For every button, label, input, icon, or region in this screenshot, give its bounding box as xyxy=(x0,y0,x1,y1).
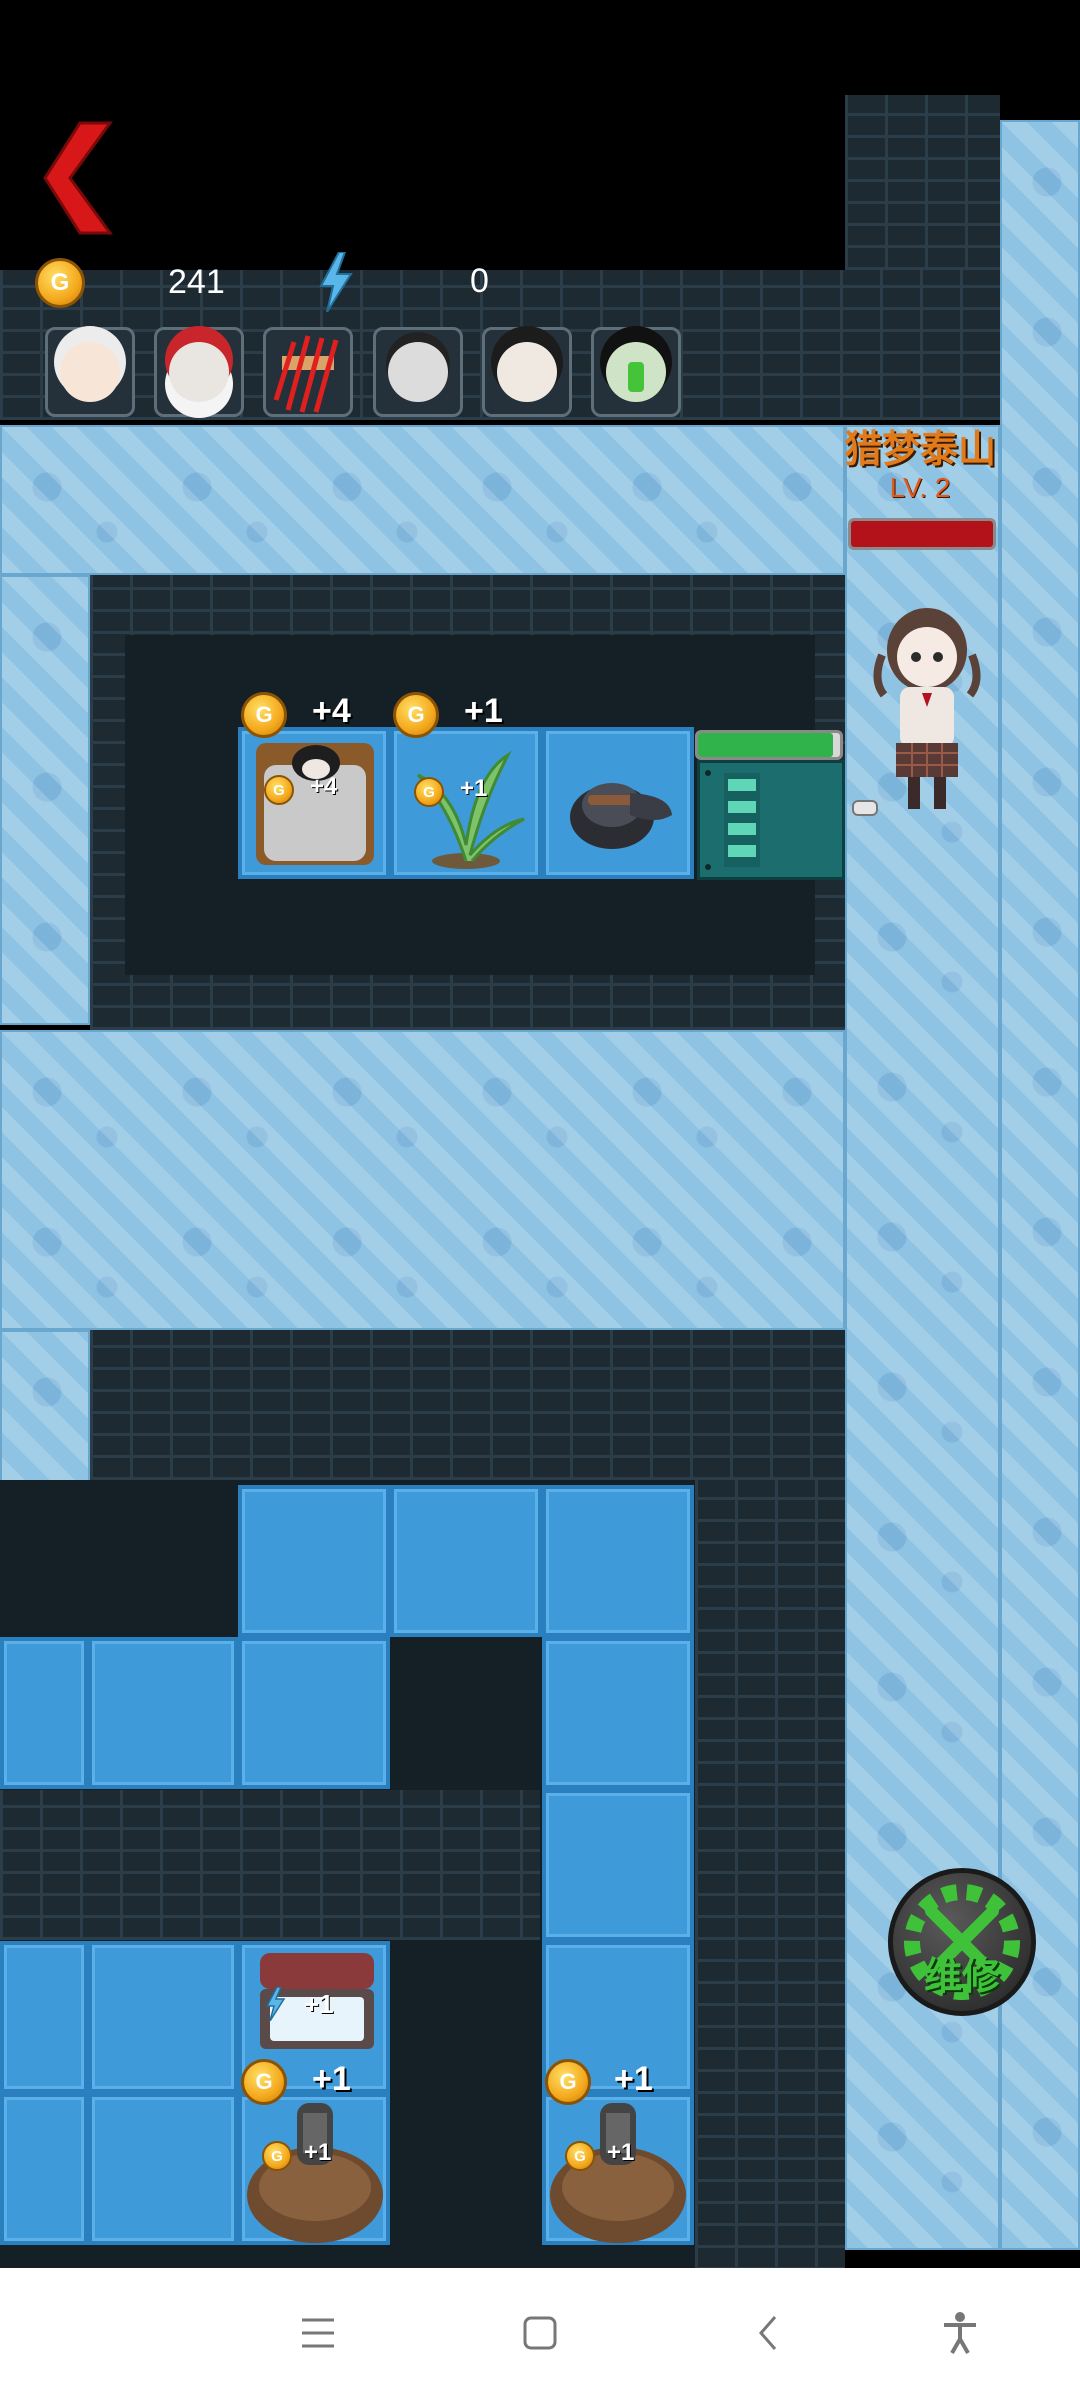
door-panel-icon xyxy=(705,770,760,870)
accessibility-icon[interactable] xyxy=(925,2298,995,2368)
repair-label: 维修 xyxy=(923,1956,1000,1998)
plant-small-coin-icon: G xyxy=(414,777,444,807)
lower-tile xyxy=(238,1637,390,1789)
lower-tile xyxy=(542,1789,694,1941)
energy-count: 0 xyxy=(470,262,489,300)
door-hp-bar xyxy=(695,730,843,760)
ice-band-1 xyxy=(0,425,845,575)
grave2-income-label: +1 xyxy=(614,2060,653,2098)
avatar-zombie[interactable] xyxy=(591,327,681,417)
enemy-hp-bar xyxy=(848,518,996,550)
repair-button[interactable]: 维修 xyxy=(888,1868,1036,2016)
bed[interactable]: G +4 xyxy=(248,735,383,875)
lower-tile xyxy=(88,1941,238,2093)
enemy-name: 猎梦泰山 xyxy=(843,429,996,471)
coin-icon: G xyxy=(35,258,85,308)
grave1-small-income: +1 xyxy=(304,2139,332,2166)
lower-tile xyxy=(0,2093,88,2245)
home-icon[interactable] xyxy=(505,2298,575,2368)
menu-icon[interactable] xyxy=(283,2298,353,2368)
chest[interactable]: +1 xyxy=(252,1945,382,2055)
grave-icon xyxy=(247,2103,383,2243)
grave1-income-label: +1 xyxy=(312,2060,351,2098)
chest-lightning-icon xyxy=(265,1987,286,2021)
lower-tile xyxy=(542,1485,694,1637)
lower-wall-2 xyxy=(0,1790,540,1940)
lightning-icon xyxy=(319,252,353,312)
avatar-headphone-girl[interactable] xyxy=(482,327,572,417)
lower-tile xyxy=(88,1637,238,1789)
turret-icon xyxy=(570,783,672,849)
grave-2[interactable]: G +1 xyxy=(543,2095,693,2245)
turret[interactable] xyxy=(560,755,680,855)
back-arrow-icon xyxy=(43,121,113,235)
grave-icon xyxy=(550,2103,686,2243)
bed-small-coin-icon: G xyxy=(264,775,294,805)
plant-icon xyxy=(416,750,525,869)
plant-income-label: +1 xyxy=(464,692,503,730)
bed-small-income: +4 xyxy=(310,773,338,800)
avatar-grandma[interactable] xyxy=(45,327,135,417)
grave2-small-coin-icon: G xyxy=(565,2141,595,2171)
ice-band-2 xyxy=(0,1030,845,1330)
system-nav-bar xyxy=(0,2268,1080,2400)
grave2-small-income: +1 xyxy=(607,2139,635,2166)
avatar-santa[interactable] xyxy=(154,327,244,417)
door-hp-fill xyxy=(698,733,833,757)
chest-energy-label: +1 xyxy=(304,1989,334,2019)
projectile xyxy=(852,800,878,816)
lower-tile xyxy=(0,1637,88,1789)
claw-mark-icon xyxy=(273,335,339,413)
lower-tile xyxy=(542,1637,694,1789)
grave-1[interactable]: G +1 xyxy=(240,2095,390,2245)
lower-tile xyxy=(88,2093,238,2245)
ghost-girl-sprite xyxy=(873,608,981,809)
bed-icon xyxy=(256,743,374,865)
corridor-dark xyxy=(695,1480,845,2270)
ice-left-strip-2 xyxy=(0,1330,90,1490)
top-void xyxy=(0,0,845,270)
lower-wall xyxy=(90,1330,845,1480)
plant-small-income: +1 xyxy=(460,775,488,802)
avatar-pale-man[interactable] xyxy=(373,327,463,417)
plant[interactable]: G +1 xyxy=(398,735,533,875)
right-upper-wall xyxy=(845,95,1000,270)
plant-income-coin-icon: G xyxy=(393,692,439,738)
enemy-hp-fill xyxy=(851,521,993,547)
coin-count: 241 xyxy=(168,263,225,301)
back-icon[interactable] xyxy=(733,2298,803,2368)
enemy-level: LV. 2 xyxy=(889,472,951,503)
avatar-clawed[interactable] xyxy=(263,327,353,417)
ice-left-strip xyxy=(0,575,90,1025)
avatar-bar xyxy=(45,327,685,422)
door[interactable] xyxy=(697,760,845,880)
enemy-ghost-girl[interactable] xyxy=(872,595,982,820)
lower-tile xyxy=(0,1941,88,2093)
bed-income-coin-icon: G xyxy=(241,692,287,738)
grave1-small-coin-icon: G xyxy=(262,2141,292,2171)
energy-counter: 0 xyxy=(310,252,510,312)
back-button[interactable] xyxy=(40,118,125,238)
lower-tile xyxy=(238,1485,390,1637)
lower-tile xyxy=(390,1485,542,1637)
coin-counter: G 241 xyxy=(35,255,285,311)
bed-income-label: +4 xyxy=(312,692,351,730)
